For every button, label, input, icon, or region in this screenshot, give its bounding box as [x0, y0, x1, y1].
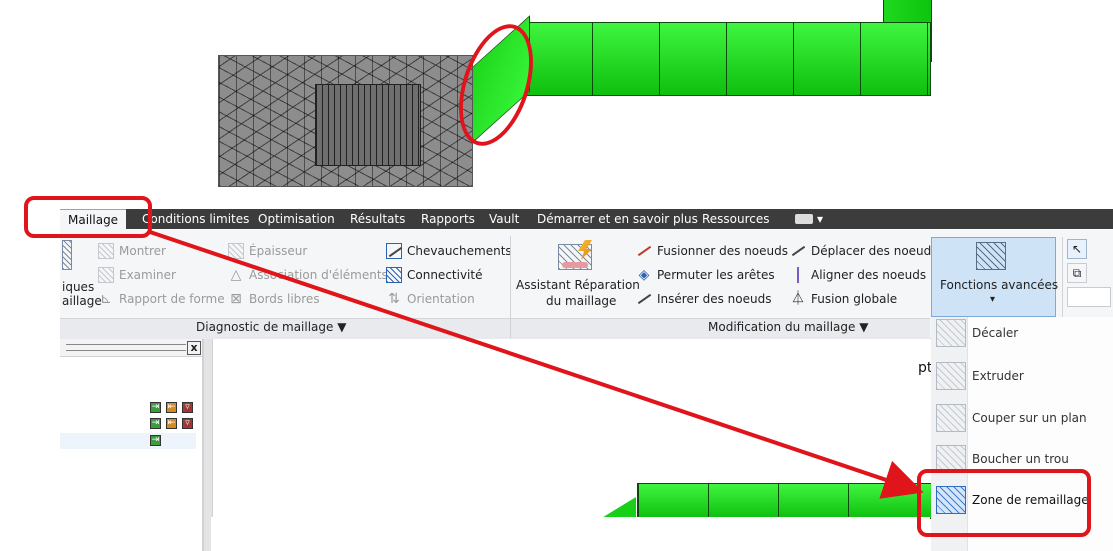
- annotation-arrow: [149, 230, 924, 499]
